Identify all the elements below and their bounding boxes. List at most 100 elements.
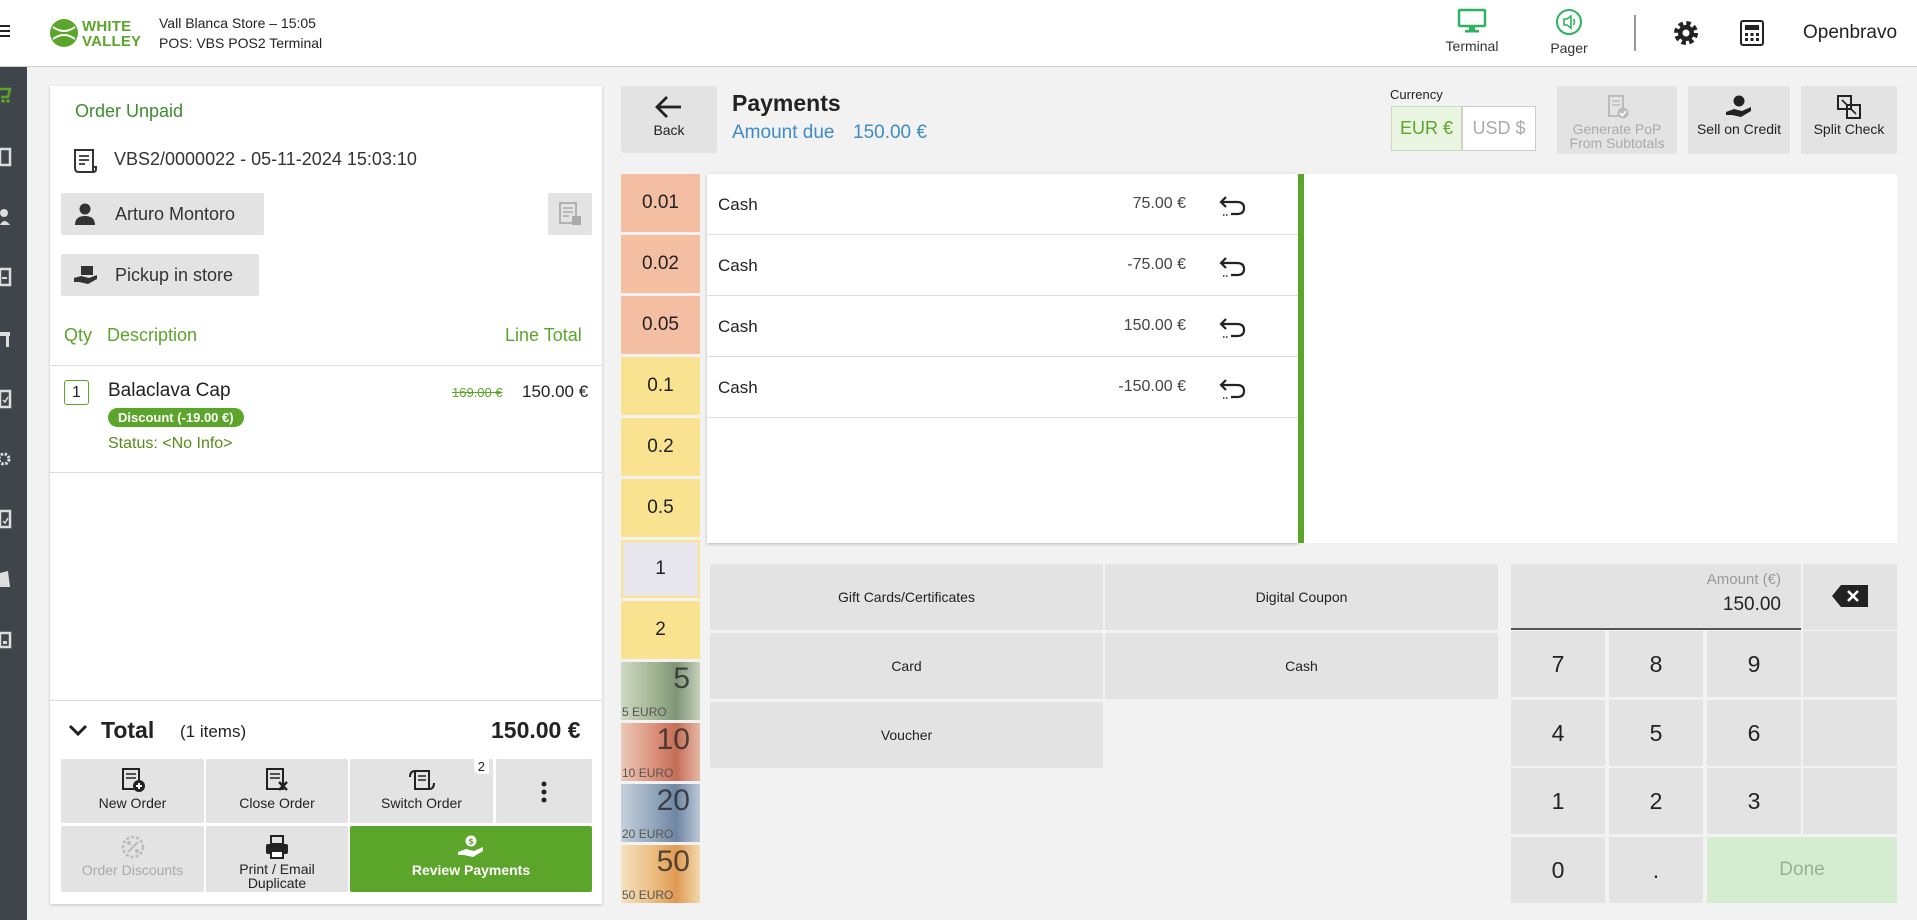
key-4[interactable]: 4 (1511, 700, 1605, 766)
reverse-payment-icon[interactable] (1219, 193, 1247, 217)
cash-register-icon[interactable] (1739, 19, 1765, 47)
coin-button[interactable]: 0.5 (621, 479, 700, 537)
cart-icon[interactable] (0, 85, 14, 105)
proof-of-payment-icon (1608, 95, 1629, 119)
done-button[interactable]: Done (1707, 837, 1897, 903)
key-5[interactable]: 5 (1609, 700, 1703, 766)
new-order-button[interactable]: New Order (61, 759, 204, 823)
table-icon[interactable] (0, 329, 14, 349)
cash-drawer-icon[interactable] (0, 629, 14, 649)
back-button[interactable]: Back (621, 86, 717, 153)
key-1[interactable]: 1 (1511, 768, 1605, 834)
terminal-button[interactable]: Terminal (1422, 8, 1522, 60)
hamburger-menu-icon[interactable] (0, 22, 12, 42)
banknote-button[interactable]: 10 10 EURO (621, 723, 700, 781)
delivery-mode-button[interactable]: Pickup in store (61, 254, 259, 296)
generate-pop-button[interactable]: Generate PoP From Subtotals (1557, 86, 1677, 154)
review-payments-button[interactable]: $ Review Payments (350, 826, 592, 892)
amount-input[interactable]: Amount (€) 150.00 (1511, 564, 1801, 630)
amount-value: 150.00 (1722, 594, 1781, 615)
customer-document-button[interactable] (548, 193, 592, 235)
currency-label: Currency (1390, 87, 1443, 102)
banknote-button[interactable]: 5 5 EURO (621, 662, 700, 720)
reverse-payment-icon[interactable] (1219, 254, 1247, 278)
back-label: Back (653, 122, 685, 138)
key-9[interactable]: 9 (1707, 631, 1801, 697)
split-check-label: Split Check (1813, 121, 1885, 137)
pop-label-line2: From Subtotals (1569, 135, 1665, 151)
card-payment-button[interactable]: Card (710, 633, 1103, 699)
key-8[interactable]: 8 (1609, 631, 1703, 697)
payment-row: Cash -75.00 € (707, 235, 1298, 296)
report-icon[interactable] (0, 509, 14, 529)
receipt-icon[interactable] (0, 147, 14, 167)
coin-button[interactable]: 0.01 (621, 174, 700, 232)
banknote-currency: 10 EURO (622, 766, 674, 780)
print-email-duplicate-button[interactable]: Print / Email Duplicate (206, 826, 348, 892)
voucher-payment-button[interactable]: Voucher (710, 702, 1103, 768)
banknote-value: 5 (673, 662, 690, 695)
printer-icon (266, 835, 288, 859)
coin-button[interactable]: 0.02 (621, 235, 700, 293)
gift-cards-button[interactable]: Gift Cards/Certificates (710, 564, 1103, 630)
register-icon[interactable] (0, 267, 14, 287)
banknote-button[interactable]: 20 20 EURO (621, 784, 700, 842)
invoice-icon (559, 202, 581, 225)
currency-usd-button[interactable]: USD $ (1462, 106, 1536, 151)
pager-icon (1556, 9, 1582, 35)
payments-list: Cash 75.00 € Cash -75.00 € Cash 150.00 €… (707, 174, 1298, 543)
key-2[interactable]: 2 (1609, 768, 1703, 834)
customer-button[interactable]: Arturo Montoro (61, 193, 264, 235)
split-check-button[interactable]: Split Check (1801, 86, 1897, 154)
left-nav-rail (0, 67, 27, 920)
banknote-button[interactable]: 50 50 EURO (621, 845, 700, 903)
close-order-icon (266, 768, 288, 791)
currency-eur-button[interactable]: EUR € (1391, 106, 1462, 151)
key-0[interactable]: 0 (1511, 837, 1605, 903)
sell-on-credit-button[interactable]: Sell on Credit (1688, 86, 1790, 154)
switch-order-button[interactable]: 2 Switch Order (350, 759, 493, 823)
coin-button[interactable]: 0.1 (621, 357, 700, 415)
user-name[interactable]: Openbravo (1803, 22, 1897, 44)
pickup-hand-icon (74, 266, 97, 284)
store-name: Vall Blanca Store – 15:05 (159, 15, 316, 31)
review-payments-label: Review Payments (411, 862, 531, 878)
switch-order-label: Switch Order (381, 795, 462, 811)
rail-settings-icon[interactable] (0, 449, 14, 469)
order-discounts-button[interactable]: Order Discounts (61, 826, 204, 892)
payment-method: Cash (718, 195, 758, 214)
customer-name: Arturo Montoro (115, 204, 236, 224)
coin-button[interactable]: 2 (621, 601, 700, 659)
key-blank (1803, 700, 1897, 766)
digital-coupon-button[interactable]: Digital Coupon (1105, 564, 1498, 630)
payment-row: Cash 75.00 € (707, 174, 1298, 235)
backspace-button[interactable] (1803, 564, 1897, 630)
settings-gear-icon[interactable] (1672, 19, 1700, 47)
document-icon[interactable] (0, 569, 14, 589)
close-order-button[interactable]: Close Order (206, 759, 348, 823)
switch-order-icon (408, 770, 435, 790)
payment-row: Cash -150.00 € (707, 357, 1298, 418)
key-6[interactable]: 6 (1707, 700, 1801, 766)
checklist-icon[interactable] (0, 389, 14, 409)
key-decimal[interactable]: . (1609, 837, 1703, 903)
key-7[interactable]: 7 (1511, 631, 1605, 697)
coin-button[interactable]: 1 (621, 540, 700, 598)
key-3[interactable]: 3 (1707, 768, 1801, 834)
discount-badge: Discount (-19.00 €) (108, 408, 244, 427)
pager-button[interactable]: Pager (1519, 8, 1619, 60)
sell-on-credit-label: Sell on Credit (1696, 121, 1782, 137)
coin-button[interactable]: 0.05 (621, 296, 700, 354)
more-options-button[interactable] (496, 759, 592, 823)
customer-icon[interactable] (0, 207, 14, 227)
original-price: 169.00 € (452, 385, 503, 400)
logo-ball-icon (50, 19, 78, 47)
product-name: Balaclava Cap (108, 380, 231, 401)
monitor-icon (1457, 8, 1487, 33)
reverse-payment-icon[interactable] (1219, 376, 1247, 400)
line-qty: 1 (64, 380, 89, 405)
chevron-down-icon[interactable] (68, 723, 88, 737)
coin-button[interactable]: 0.2 (621, 418, 700, 476)
reverse-payment-icon[interactable] (1219, 315, 1247, 339)
cash-payment-button[interactable]: Cash (1105, 633, 1498, 699)
